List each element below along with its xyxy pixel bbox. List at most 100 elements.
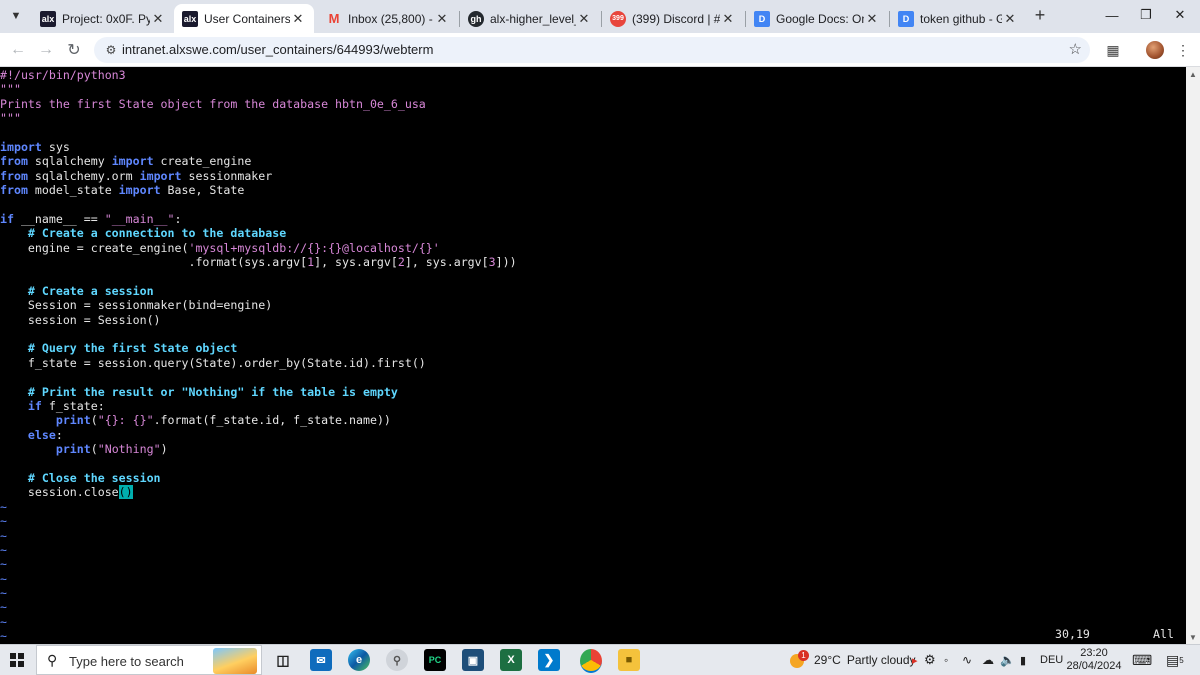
code-line: import sys: [0, 140, 517, 154]
time: 23:20: [1080, 647, 1108, 659]
date: 28/04/2024: [1066, 660, 1122, 672]
tab-project-python[interactable]: alx Project: 0x0F. Python ✕: [32, 4, 174, 33]
pycharm-icon[interactable]: PC: [424, 649, 446, 671]
code-token: (: [90, 413, 98, 428]
notification-count: 5: [1179, 655, 1184, 665]
task-view-icon[interactable]: ◫: [272, 649, 294, 671]
tab-close-icon[interactable]: ✕: [576, 11, 592, 27]
language-indicator[interactable]: DEU: [1040, 645, 1063, 675]
code-token: if: [0, 211, 14, 226]
code-token: f_state:: [41, 398, 105, 413]
tab-token-github[interactable]: D token github - Goog ✕: [890, 4, 1026, 33]
code-token: .format(f_state.id, f_state.name)): [153, 413, 391, 428]
code-line: # Query the first State object: [0, 341, 517, 355]
github-favicon-icon: gh: [468, 10, 484, 27]
clock[interactable]: 23:20 28/04/2024: [1064, 647, 1124, 673]
new-tab-button[interactable]: +: [1030, 6, 1050, 26]
tab-title: User Containers - we: [204, 11, 290, 26]
site-info-icon[interactable]: ⚙: [102, 41, 120, 59]
security-icon[interactable]: ⚙: [924, 645, 936, 675]
weather-badge: 1: [798, 650, 809, 661]
tray-chevron-icon[interactable]: ▸: [912, 645, 918, 675]
scroll-down-icon[interactable]: ▼: [1186, 630, 1200, 644]
tab-title: Inbox (25,800) - dore: [348, 11, 434, 26]
weather-widget[interactable]: 1 29°C Partly cloudy: [788, 645, 916, 675]
alx-favicon-icon: alx: [182, 10, 198, 27]
keyboard-icon[interactable]: ⌨: [1132, 645, 1152, 675]
avatar: [1146, 41, 1164, 59]
code-token: ])): [495, 255, 517, 270]
code-token: print: [55, 442, 91, 457]
code-token: Prints the first State object from the d…: [0, 96, 426, 111]
battery-icon[interactable]: ▮: [1020, 645, 1026, 675]
extensions-puzzle-icon[interactable]: ▦: [1102, 39, 1124, 61]
taskbar-search[interactable]: ⚲ Type here to search: [36, 645, 262, 675]
tab-close-icon[interactable]: ✕: [1002, 11, 1018, 27]
code-line: session = Session(): [0, 313, 517, 327]
scroll-up-icon[interactable]: ▲: [1186, 67, 1200, 81]
photos-app-icon[interactable]: ▣: [462, 649, 484, 671]
file-explorer-icon[interactable]: ■: [618, 649, 640, 671]
bookmark-star-icon[interactable]: ☆: [1069, 40, 1082, 58]
excel-icon[interactable]: X: [500, 649, 522, 671]
tab-google-docs[interactable]: D Google Docs: Online ✕: [746, 4, 888, 33]
code-line: engine = create_engine('mysql+mysqldb://…: [0, 241, 517, 255]
code-line: #!/usr/bin/python3: [0, 68, 517, 82]
code-line: ~: [0, 572, 517, 586]
search-app-icon[interactable]: ⚲: [386, 649, 408, 671]
code-token: ~: [0, 557, 7, 572]
code-token: model_state: [27, 183, 119, 198]
weather-sun-icon: 1: [788, 650, 810, 670]
code-token: ~: [0, 514, 7, 529]
tab-close-icon[interactable]: ✕: [290, 11, 306, 27]
tab-close-icon[interactable]: ✕: [720, 11, 736, 27]
more-menu-icon[interactable]: ⋮: [1172, 39, 1194, 61]
code-line: Prints the first State object from the d…: [0, 97, 517, 111]
address-bar[interactable]: ⚙ intranet.alxswe.com/user_containers/64…: [94, 37, 1090, 63]
url-text[interactable]: intranet.alxswe.com/user_containers/6449…: [122, 42, 433, 57]
tab-github-repo[interactable]: gh alx-higher_level_pro ✕: [460, 4, 600, 33]
tab-discord[interactable]: 399 (399) Discord | #coh ✕: [602, 4, 744, 33]
tab-close-icon[interactable]: ✕: [434, 11, 450, 27]
code-token: sqlalchemy: [27, 154, 112, 169]
chrome-icon[interactable]: [580, 649, 602, 673]
code-token: engine = create_engine(: [0, 240, 189, 255]
meet-now-icon[interactable]: ◦: [944, 645, 948, 675]
tab-close-icon[interactable]: ✕: [864, 11, 880, 27]
window-close-icon[interactable]: ✕: [1160, 0, 1200, 30]
notifications-icon[interactable]: ▤ 5: [1166, 645, 1184, 675]
code-line: if __name__ == "__main__":: [0, 212, 517, 226]
vscode-icon[interactable]: ❯: [538, 649, 560, 671]
profile-avatar[interactable]: [1144, 39, 1166, 61]
back-arrow-icon[interactable]: ←: [6, 38, 30, 62]
tab-close-icon[interactable]: ✕: [150, 11, 166, 27]
volume-icon[interactable]: 🔈: [1000, 645, 1015, 675]
code-token: ~: [0, 499, 7, 514]
code-line: """: [0, 111, 517, 125]
tab-search-chevron-icon[interactable]: ▼: [4, 5, 28, 27]
vim-buffer[interactable]: #!/usr/bin/python3 """ Prints the first St…: [0, 68, 517, 644]
edge-browser-icon[interactable]: e: [348, 649, 370, 671]
code-token: from: [0, 154, 28, 169]
code-token: if: [27, 398, 42, 413]
network-icon[interactable]: ☁: [982, 645, 994, 675]
tab-user-containers[interactable]: alx User Containers - we ✕: [174, 4, 314, 33]
forward-arrow-icon[interactable]: →: [34, 38, 58, 62]
web-terminal[interactable]: #!/usr/bin/python3 """ Prints the first St…: [0, 67, 1186, 644]
code-token: sqlalchemy.orm: [27, 168, 140, 183]
wifi-icon[interactable]: ∿: [962, 645, 972, 675]
mail-icon[interactable]: ✉: [310, 649, 332, 671]
browser-tab-strip: ▼ alx Project: 0x0F. Python ✕ alx User C…: [0, 0, 1200, 33]
tab-gmail-inbox[interactable]: M Inbox (25,800) - dore ✕: [318, 4, 458, 33]
windows-start-icon[interactable]: [10, 653, 24, 667]
code-token: __name__ ==: [13, 211, 105, 226]
terminal-scrollbar[interactable]: ▲ ▼: [1186, 67, 1200, 644]
reload-icon[interactable]: ↻: [62, 38, 86, 62]
code-line: ~: [0, 557, 517, 571]
code-token: f_state = session.query(State).order_by(…: [0, 355, 426, 370]
code-token: ): [160, 442, 168, 457]
search-placeholder: Type here to search: [69, 654, 184, 669]
